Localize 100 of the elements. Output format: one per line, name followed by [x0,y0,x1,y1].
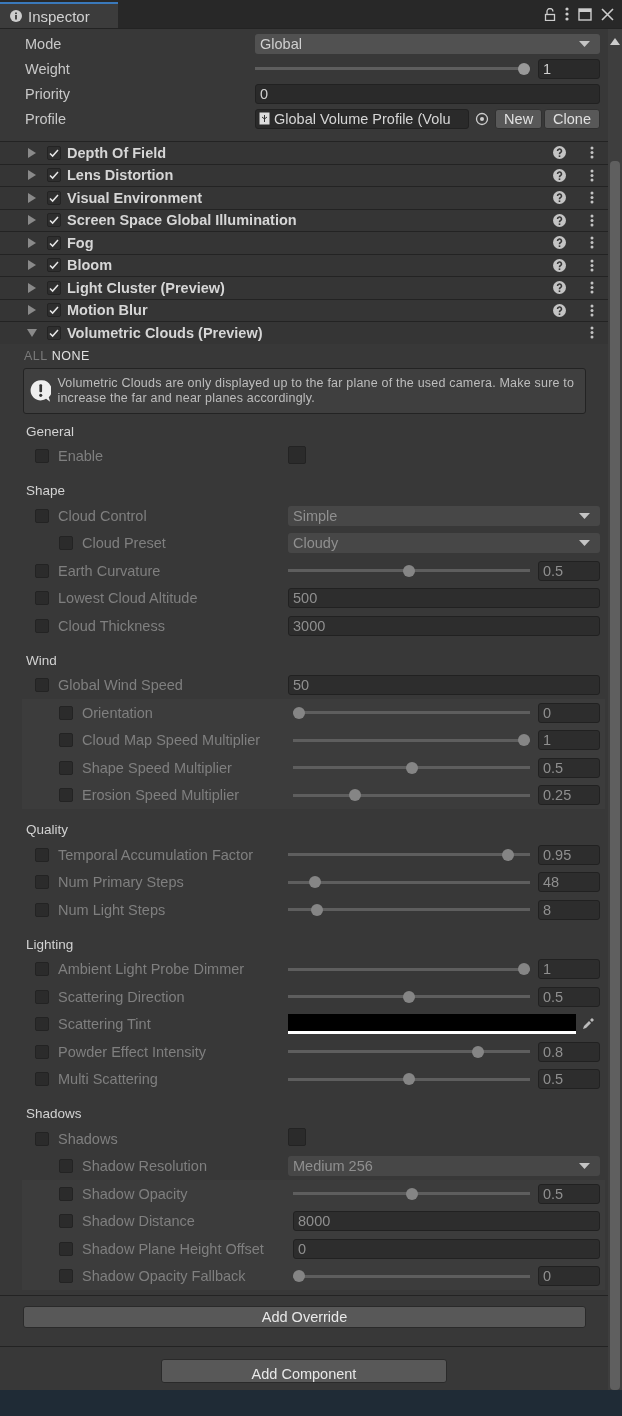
override-checkbox[interactable] [59,1186,73,1201]
object-picker-icon[interactable] [475,111,490,126]
add-component-button[interactable]: Add Component [161,1359,447,1383]
number-field[interactable]: 0 [255,83,600,104]
collapsed-arrow-icon[interactable] [27,192,37,203]
dropdown[interactable]: Simple [288,505,600,526]
collapsed-arrow-icon[interactable] [27,147,37,158]
dropdown[interactable]: Cloudy [288,533,600,554]
number-field[interactable]: 48 [538,872,600,893]
slider-thumb[interactable] [293,706,305,719]
number-field[interactable]: 0.5 [538,1183,600,1204]
help-icon[interactable] [553,146,566,160]
collapsed-arrow-icon[interactable] [27,215,37,226]
number-field[interactable]: 8 [538,899,600,920]
override-checkbox[interactable] [59,705,73,720]
override-checkbox[interactable] [59,733,73,748]
collapsed-arrow-icon[interactable] [27,170,37,181]
enable-checkbox[interactable] [47,235,61,250]
enable-checkbox[interactable] [47,168,61,183]
enable-checkbox[interactable] [47,325,61,340]
number-field[interactable]: 500 [288,588,600,609]
number-field[interactable]: 0.5 [538,560,600,581]
slider-thumb[interactable] [403,990,415,1003]
collapsed-arrow-icon[interactable] [27,260,37,271]
add-override-button[interactable]: Add Override [23,1306,586,1328]
more-icon[interactable] [590,326,594,340]
help-icon[interactable] [553,303,566,317]
more-icon[interactable] [590,258,594,272]
more-icon[interactable] [590,236,594,250]
more-icon[interactable] [590,303,594,317]
more-icon[interactable] [590,213,594,227]
component-header[interactable]: Depth Of Field [0,141,608,164]
close-icon[interactable] [601,7,614,21]
number-field[interactable]: 8000 [293,1211,600,1232]
help-icon[interactable] [553,213,566,227]
scroll-up-icon[interactable] [610,38,620,45]
component-header[interactable]: Volumetric Clouds (Preview) [0,321,608,344]
collapsed-arrow-icon[interactable] [27,282,37,293]
more-icon[interactable] [590,146,594,160]
expanded-arrow-icon[interactable] [27,327,37,338]
override-checkbox[interactable] [59,1214,73,1229]
filter-link[interactable]: NONE [51,347,90,364]
enable-checkbox[interactable] [47,303,61,318]
slider-thumb[interactable] [518,62,530,75]
slider-thumb[interactable] [472,1045,484,1058]
number-field[interactable]: 0 [538,702,600,723]
component-header[interactable]: Screen Space Global Illumination [0,208,608,231]
enable-checkbox[interactable] [47,258,61,273]
collapsed-arrow-icon[interactable] [27,237,37,248]
component-header[interactable]: Light Cluster (Preview) [0,276,608,299]
dropdown[interactable]: Global [255,33,600,54]
more-icon[interactable] [590,168,594,182]
slider-thumb[interactable] [405,761,418,774]
slider-thumb[interactable] [403,1073,415,1086]
slider-thumb[interactable] [405,1187,418,1200]
override-checkbox[interactable] [59,788,73,803]
help-icon[interactable] [553,168,566,182]
dropdown[interactable]: Medium 256 [288,1156,600,1177]
enable-checkbox[interactable] [47,145,61,160]
override-checkbox[interactable] [59,1269,73,1284]
number-field[interactable]: 0 [538,1266,600,1287]
help-icon[interactable] [553,258,566,272]
number-field[interactable]: 0.5 [538,757,600,778]
override-checkbox[interactable] [59,1241,73,1256]
number-field[interactable]: 1 [538,959,600,980]
lock-icon[interactable] [544,7,556,21]
maximize-icon[interactable] [578,7,592,21]
collapsed-arrow-icon[interactable] [27,305,37,316]
number-field[interactable]: 1 [538,730,600,751]
slider-thumb[interactable] [518,963,530,976]
slider-thumb[interactable] [311,903,323,916]
slider-thumb[interactable] [308,876,321,889]
number-field[interactable]: 0 [293,1238,600,1259]
slider-thumb[interactable] [293,1270,305,1283]
help-icon[interactable] [553,281,566,295]
help-icon[interactable] [553,236,566,250]
inspector-tab[interactable]: Inspector [0,2,118,28]
slider-thumb[interactable] [349,789,362,802]
object-field[interactable]: Global Volume Profile (Volu [255,108,470,129]
help-icon[interactable] [553,191,566,205]
number-field[interactable]: 3000 [288,615,600,636]
slider-thumb[interactable] [403,564,415,577]
slider-thumb[interactable] [518,734,530,747]
slider-thumb[interactable] [501,848,514,861]
number-field[interactable]: 0.25 [538,785,600,806]
number-field[interactable]: 0.8 [538,1041,600,1062]
override-checkbox[interactable] [59,760,73,775]
scrollbar-thumb[interactable] [610,161,620,1390]
profile-button[interactable]: Clone [544,108,600,129]
enable-checkbox[interactable] [47,280,61,295]
number-field[interactable]: 0.5 [538,1069,600,1090]
more-icon[interactable] [590,191,594,205]
profile-button[interactable]: New [495,108,543,129]
number-field[interactable]: 1 [538,58,600,79]
number-field[interactable]: 0.5 [538,986,600,1007]
component-header[interactable]: Fog [0,231,608,254]
number-field[interactable]: 50 [288,675,600,696]
more-icon[interactable] [590,281,594,295]
number-field[interactable]: 0.95 [538,844,600,865]
enable-checkbox[interactable] [47,213,61,228]
